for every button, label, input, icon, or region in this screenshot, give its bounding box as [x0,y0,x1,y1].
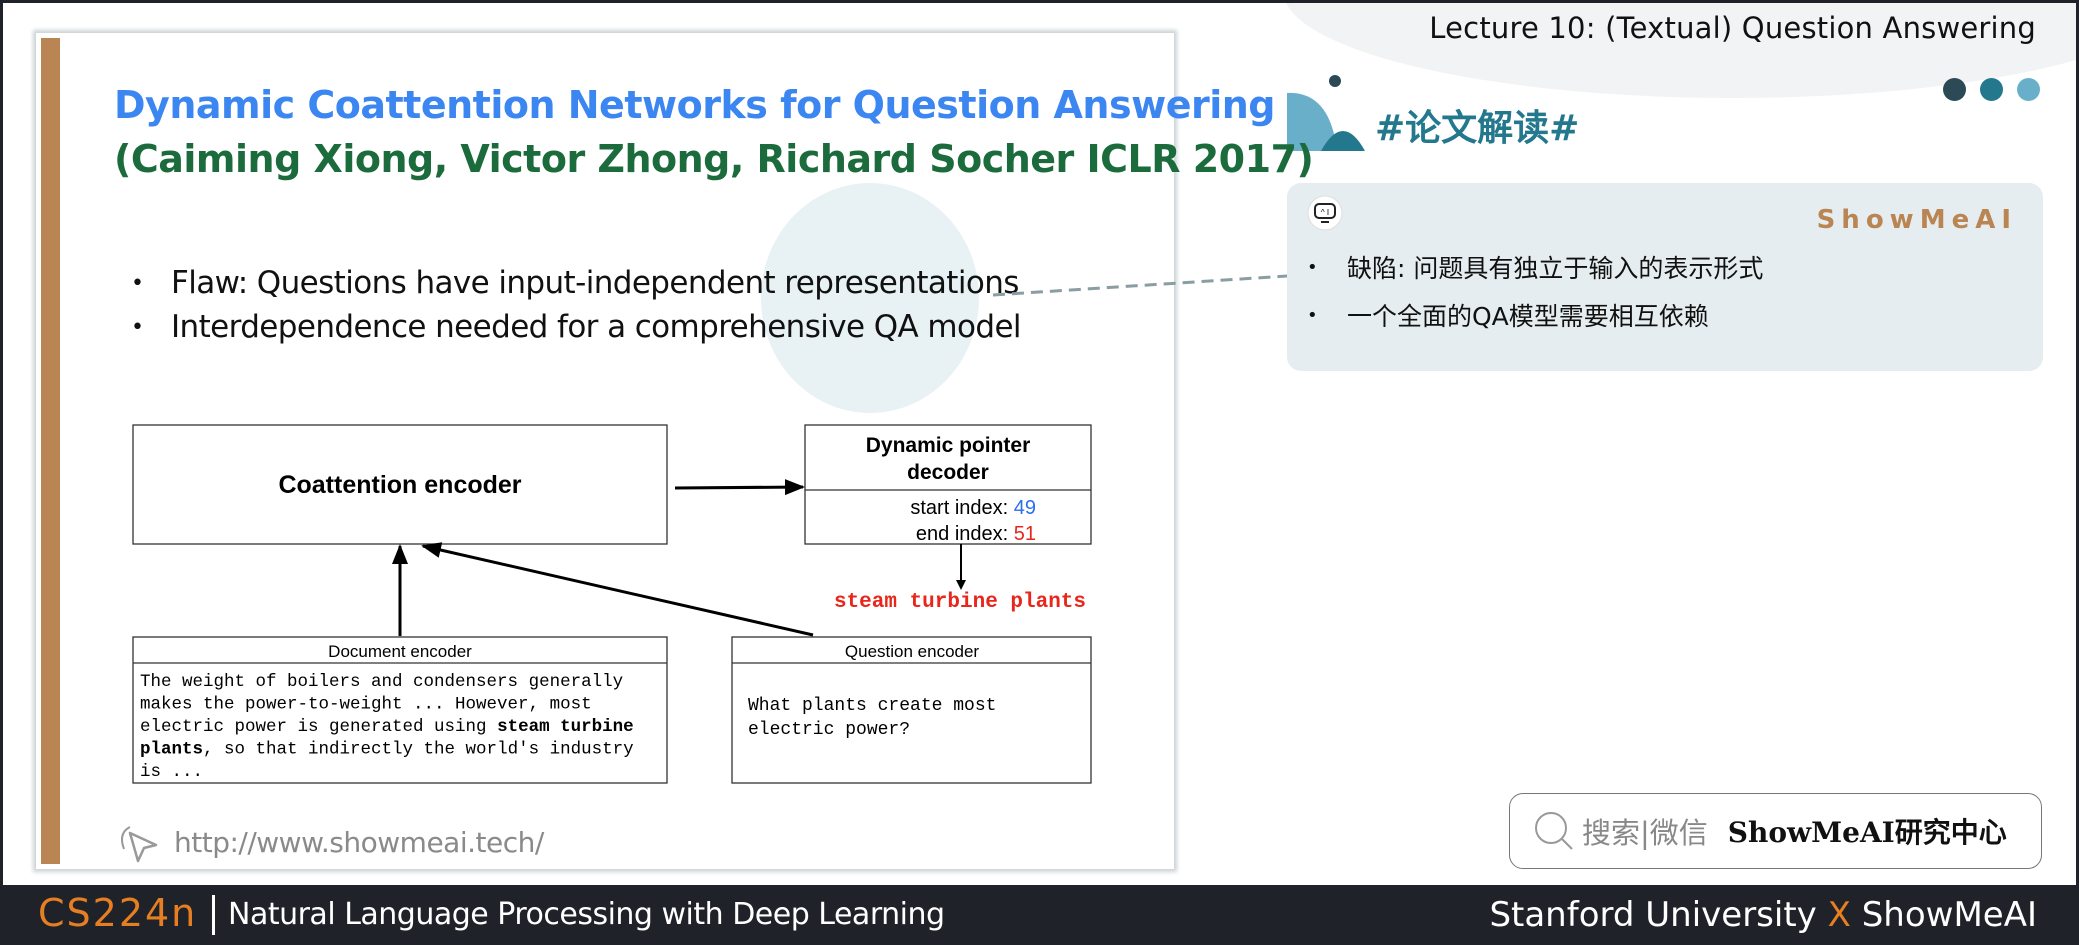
start-index: start index: 49 [910,497,1036,519]
brand-label: ShowMeAI [1816,205,2017,235]
website-url[interactable]: http://www.showmeai.tech/ [174,826,544,859]
answer-text: steam turbine plants [834,591,1086,614]
translation-item: • 一个全面的QA模型需要相互依赖 [1307,302,1709,331]
dot-dark [1943,78,1966,101]
document-text-bold: steam turbine [497,717,634,737]
document-text-line: The weight of boilers and condensers gen… [140,672,623,692]
translation-list: • 缺陷: 问题具有独立于输入的表示形式 • 一个全面的QA模型需要相互依赖 [1307,243,1763,339]
end-index-value: 51 [1014,523,1036,545]
decorative-dots [1943,78,2040,101]
document-text-segment: is ... [140,762,203,782]
wechat-search-box[interactable]: 搜索|微信 ShowMeAI研究中心 [1509,793,2042,869]
lecture-title: Lecture 10: (Textual) Question Answering [1429,11,2036,45]
search-hint: 搜索|微信 [1582,816,1708,850]
end-index: end index: 51 [916,523,1036,545]
dot-light [2017,78,2040,101]
credits: Stanford University X ShowMeAI [1489,895,2037,935]
document-text-line: electric power is generated using steam … [140,717,634,737]
question-text-line: What plants create most [748,696,996,716]
robot-ai-icon: ^ I [1307,195,1343,231]
course-code: CS224n [38,891,198,935]
translation-item: • 缺陷: 问题具有独立于输入的表示形式 [1307,254,1764,283]
dot-teal [1980,78,2003,101]
decoder-title-line2: decoder [907,461,989,484]
footer-divider [212,895,215,935]
document-encoder-title: Document encoder [328,642,472,661]
document-text-line: is ... [140,762,203,782]
document-text-line: plants, so that indirectly the world's i… [140,740,634,760]
slide-canvas: Lecture 10: (Textual) Question Answering… [3,3,2076,885]
course-name: Natural Language Processing with Deep Le… [228,897,945,932]
document-text-bold: plants [140,740,203,760]
document-text-line: makes the power-to-weight ... However, m… [140,695,592,715]
dcn-architecture-diagram: Coattention encoder Dynamic pointer deco… [132,424,1092,784]
svg-text:^ I: ^ I [1321,208,1329,217]
cursor-click-icon [121,826,158,863]
search-brand: ShowMeAI研究中心 [1727,816,2007,849]
coattention-encoder-label: Coattention encoder [278,471,521,499]
slide-panel: Dynamic Coattention Networks for Questio… [36,33,1314,869]
document-text-segment: , so that indirectly the world's industr… [203,740,634,760]
section-tag: #论文解读# [1375,108,1580,149]
footer-bar: CS224n Natural Language Processing with … [0,885,2079,945]
start-index-value: 49 [1014,497,1036,519]
arrow-encoder-to-decoder [674,479,805,496]
document-text-segment: makes the power-to-weight ... However, m… [140,695,592,715]
question-encoder-title: Question encoder [845,642,980,661]
document-text-segment: The weight of boilers and condensers gen… [140,672,623,692]
search-icon [1535,812,1573,850]
translation-card: ^ I ShowMeAI • 缺陷: 问题具有独立于输入的表示形式 • 一个全面的Q… [1287,183,2043,371]
website-link[interactable]: http://www.showmeai.tech/ [116,819,544,865]
arrow-question-to-encoder [421,542,814,637]
decoder-title-line1: Dynamic pointer [866,434,1031,457]
document-text-segment: electric power is generated using [140,717,497,737]
question-text-line: electric power? [748,720,910,740]
